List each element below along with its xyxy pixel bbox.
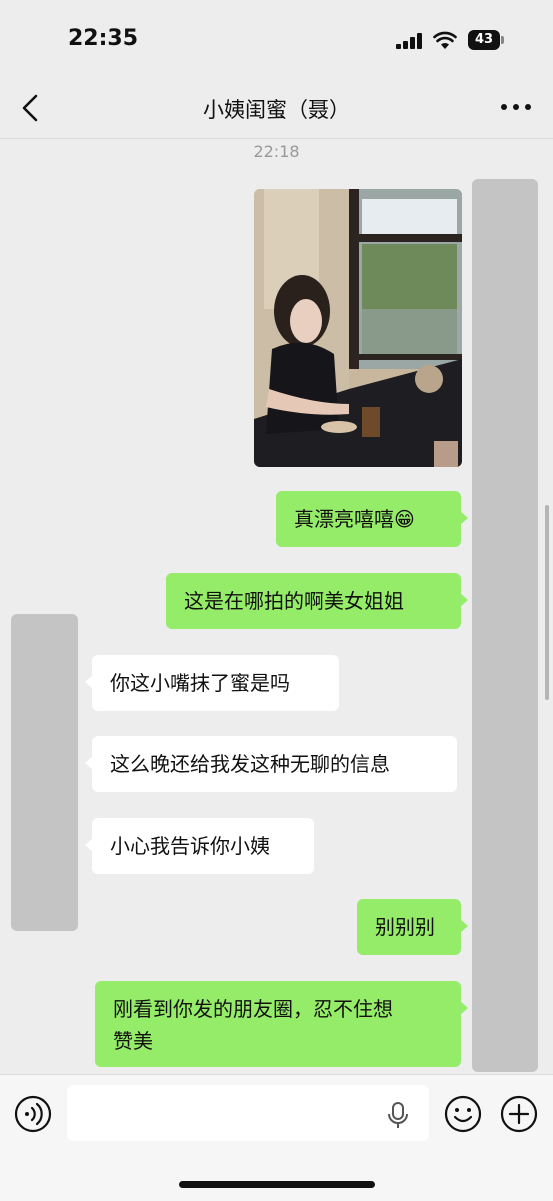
message-text-line: 刚看到你发的朋友圈，忍不住想 — [113, 997, 393, 1021]
status-bar: 22:35 43 — [0, 0, 553, 80]
message-text: 你这小嘴抹了蜜是吗 — [110, 671, 290, 695]
message-text: 这是在哪拍的啊美女姐姐 — [184, 589, 404, 613]
avatar-self-redacted — [472, 179, 538, 1072]
message-text-line: 赞美 — [113, 1029, 153, 1053]
message-input[interactable] — [67, 1085, 429, 1141]
voice-mode-icon[interactable] — [14, 1095, 52, 1133]
chat-title: 小姨闺蜜（聂） — [203, 98, 350, 122]
more-icon[interactable] — [496, 92, 536, 122]
message-timestamp: 22:18 — [253, 142, 300, 161]
microphone-icon[interactable] — [386, 1101, 410, 1129]
message-incoming[interactable]: 这么晚还给我发这种无聊的信息 — [85, 736, 457, 792]
message-text: 别别别 — [375, 915, 435, 939]
message-incoming[interactable]: 你这小嘴抹了蜜是吗 — [85, 655, 339, 711]
emoji-icon[interactable] — [444, 1095, 482, 1133]
plus-icon[interactable] — [500, 1095, 538, 1133]
nav-bar: 小姨闺蜜（聂） — [0, 80, 553, 139]
message-outgoing[interactable]: 别别别 — [357, 899, 468, 955]
message-outgoing[interactable]: 刚看到你发的朋友圈，忍不住想 赞美 — [95, 981, 468, 1067]
battery-icon: 43 — [468, 30, 504, 52]
battery-level: 43 — [468, 30, 500, 50]
message-incoming[interactable]: 小心我告诉你小姨 — [85, 818, 314, 874]
scrollbar[interactable] — [545, 505, 549, 700]
message-text: 真漂亮嘻嘻😁 — [294, 507, 415, 531]
back-icon[interactable] — [16, 88, 50, 128]
wifi-icon — [433, 31, 457, 49]
avatar-contact-redacted — [11, 614, 78, 931]
message-outgoing[interactable]: 真漂亮嘻嘻😁 — [276, 491, 468, 547]
signal-icon — [396, 33, 424, 49]
home-indicator[interactable] — [179, 1181, 375, 1188]
photo-message[interactable] — [254, 189, 462, 467]
message-text: 小心我告诉你小姨 — [110, 834, 270, 858]
message-outgoing[interactable]: 这是在哪拍的啊美女姐姐 — [166, 573, 468, 629]
message-text: 这么晚还给我发这种无聊的信息 — [110, 752, 390, 776]
status-time: 22:35 — [68, 26, 139, 51]
